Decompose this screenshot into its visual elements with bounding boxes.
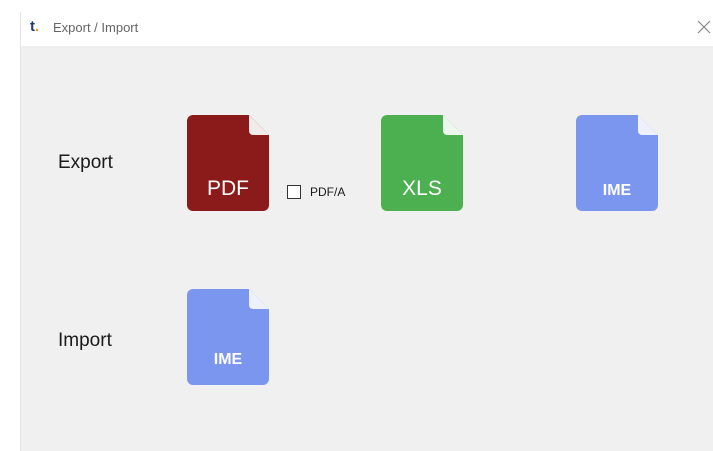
window-title: Export / Import xyxy=(53,20,139,35)
pdf-ext-label: PDF xyxy=(207,177,249,200)
ime-ext-label: IME xyxy=(602,182,632,199)
pdfa-checkbox[interactable]: PDF/A xyxy=(287,183,345,201)
close-icon xyxy=(697,20,711,34)
xls-ext-label: XLS xyxy=(402,177,442,200)
export-xls-button[interactable]: XLS xyxy=(381,115,467,211)
export-pdf-button[interactable]: PDF xyxy=(187,115,273,211)
pdfa-checkbox-box[interactable] xyxy=(287,185,301,199)
app-logo: t. xyxy=(30,18,40,35)
close-button[interactable] xyxy=(694,17,713,37)
ime-file-icon xyxy=(187,289,269,385)
import-ime-button[interactable]: IME xyxy=(187,289,273,385)
import-label: Import xyxy=(58,330,112,351)
title-bar: t. Export / Import xyxy=(21,12,713,46)
export-ime-button[interactable]: IME xyxy=(576,115,662,211)
export-import-dialog: t. Export / Import Export PDF PDF/A XLS xyxy=(20,12,713,451)
ime-ext-label: IME xyxy=(213,351,243,368)
export-label: Export xyxy=(58,152,113,173)
pdfa-label: PDF/A xyxy=(310,185,346,199)
